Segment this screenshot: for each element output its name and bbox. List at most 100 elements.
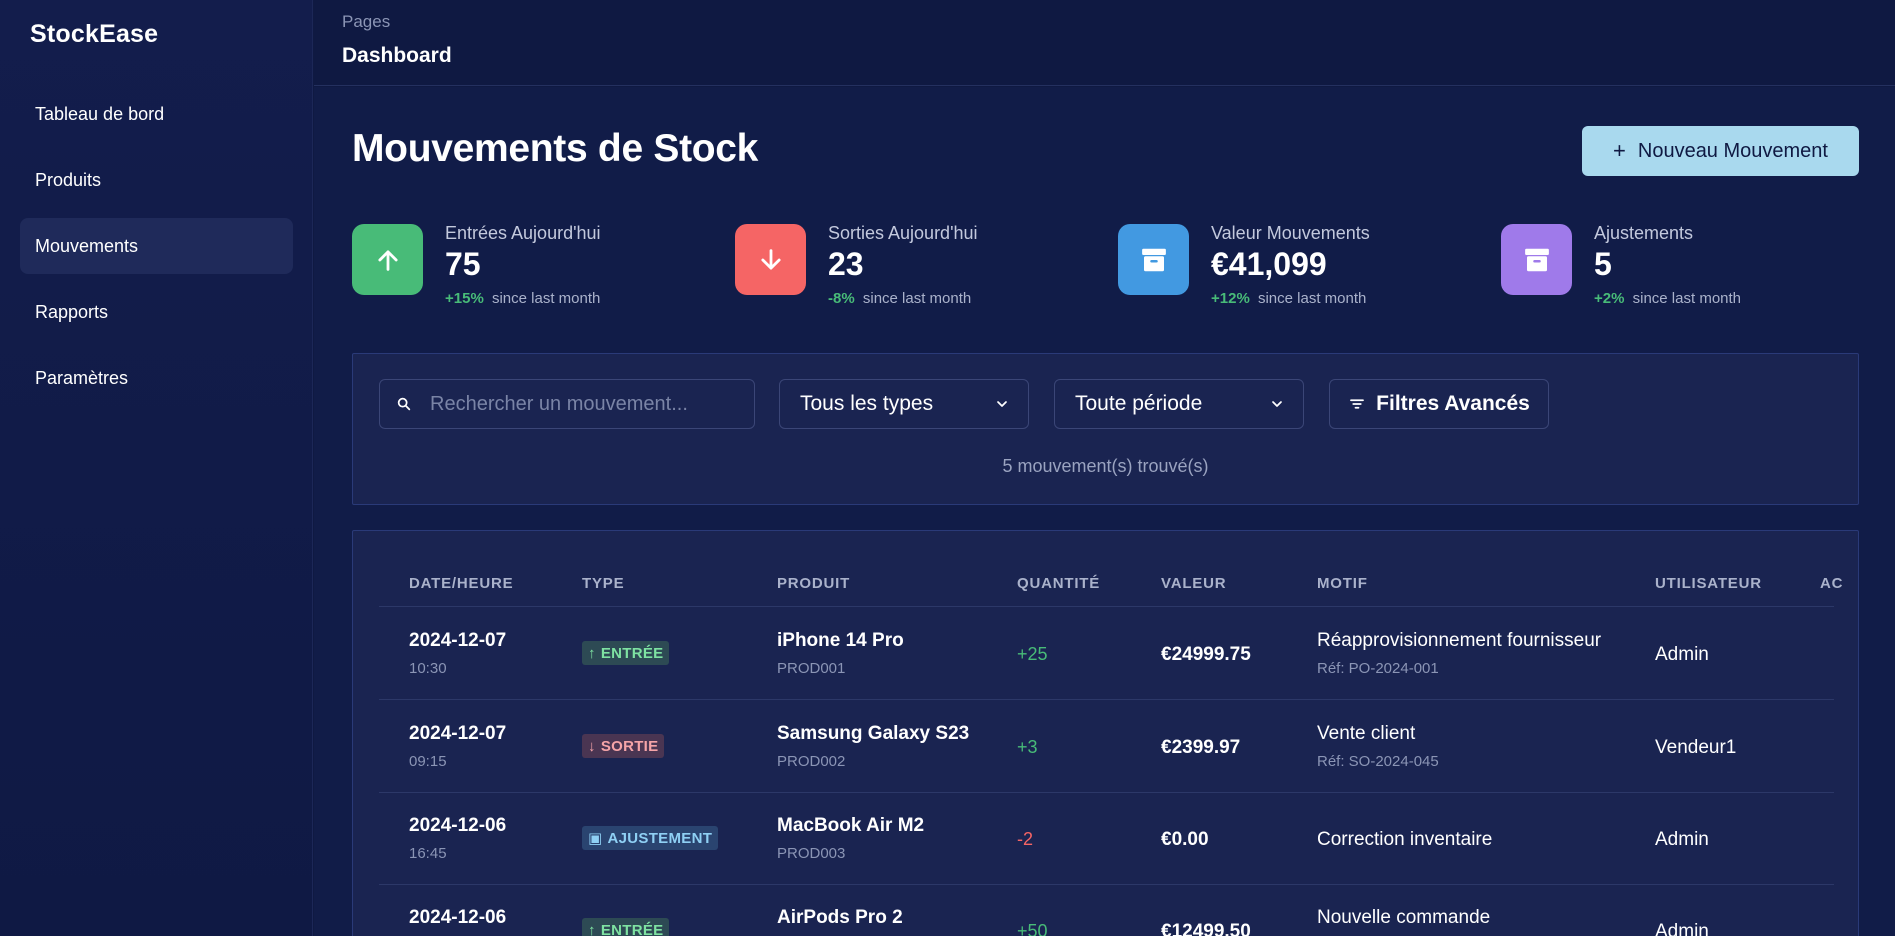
arrow-up-icon: ↑	[588, 921, 596, 936]
page-title: Mouvements de Stock	[352, 127, 759, 170]
table-row[interactable]: 2024-12-07 10:30 ↑ ENTRÉE iPhone 14 Pro P…	[379, 608, 1834, 700]
col-type[interactable]: TYPE	[582, 575, 624, 592]
sidebar-nav: Tableau de bord Produits Mouvements Rapp…	[20, 86, 293, 416]
chevron-down-icon	[1272, 401, 1282, 407]
sidebar: StockEase Tableau de bord Produits Mouve…	[0, 0, 313, 936]
arrow-up-icon	[352, 224, 423, 295]
row-value: €12499.50	[1161, 921, 1251, 936]
app-brand[interactable]: StockEase	[30, 20, 158, 49]
stat-value: €41,099	[1211, 246, 1327, 282]
row-date: 2024-12-07	[409, 723, 507, 744]
row-time: 16:45	[409, 845, 447, 862]
col-quantite[interactable]: QUANTITÉ	[1017, 575, 1100, 592]
row-value: €0.00	[1161, 829, 1209, 850]
row-product: Samsung Galaxy S23	[777, 723, 970, 744]
sidebar-item-mouvements[interactable]: Mouvements	[20, 218, 293, 274]
advanced-filters-button[interactable]: Filtres Avancés	[1329, 379, 1549, 429]
row-value: €24999.75	[1161, 644, 1251, 665]
row-user: Vendeur1	[1655, 737, 1737, 758]
stat-since: since last month	[1257, 290, 1367, 307]
sidebar-item-parametres[interactable]: Paramètres	[20, 350, 293, 406]
plus-icon: +	[1613, 138, 1626, 163]
stat-change: +12% since last month	[1211, 290, 1366, 307]
stat-change: +2% since last month	[1594, 290, 1741, 307]
table-header: DATE/HEURE TYPE PRODUIT QUANTITÉ VALEUR …	[379, 571, 1842, 607]
table-row[interactable]: 2024-12-07 09:15 ↓ SORTIE Samsung Galaxy …	[379, 701, 1834, 793]
row-reference: Réf: PO-2024-001	[1317, 660, 1439, 677]
row-product: MacBook Air M2	[777, 815, 925, 836]
stat-label: Entrées Aujourd'hui	[445, 223, 601, 243]
stat-value: 5	[1594, 246, 1612, 282]
filter-icon	[1350, 399, 1365, 409]
search-box[interactable]	[379, 379, 755, 429]
row-motif: Nouvelle commande	[1317, 907, 1491, 928]
row-quantity: +50	[1017, 921, 1048, 936]
col-actions[interactable]: AC	[1820, 575, 1843, 592]
stat-since: since last month	[862, 290, 972, 307]
type-badge-sortie: ↓ SORTIE	[582, 734, 665, 758]
arrow-down-icon	[735, 224, 806, 295]
row-quantity: +25	[1017, 644, 1048, 664]
row-motif: Correction inventaire	[1317, 829, 1493, 850]
row-user: Admin	[1655, 829, 1709, 850]
row-user: Admin	[1655, 644, 1709, 665]
col-utilisateur[interactable]: UTILISATEUR	[1655, 575, 1762, 592]
stat-value: 75	[445, 246, 481, 282]
arrow-down-icon: ↓	[588, 737, 596, 755]
stat-card-ajustements: Ajustements 5 +2% since last month	[1501, 223, 1871, 307]
stat-label: Sorties Aujourd'hui	[828, 223, 978, 243]
type-badge-label: ENTRÉE	[600, 644, 664, 662]
col-produit[interactable]: PRODUIT	[777, 575, 850, 592]
row-time: 10:30	[409, 660, 447, 677]
type-badge-entree: ↑ ENTRÉE	[582, 918, 670, 936]
stat-delta: -8%	[828, 290, 855, 307]
row-sku: PROD003	[777, 845, 846, 862]
row-value: €2399.97	[1161, 737, 1241, 758]
type-select[interactable]: Tous les types	[779, 379, 1029, 429]
row-user: Admin	[1655, 921, 1709, 936]
filter-panel: Tous les types Toute période Filtres Ava…	[352, 353, 1859, 505]
sidebar-item-rapports[interactable]: Rapports	[20, 284, 293, 340]
stat-value: 23	[828, 246, 864, 282]
stat-delta: +2%	[1594, 290, 1625, 307]
row-quantity: +3	[1017, 737, 1038, 757]
type-badge-label: ENTRÉE	[600, 921, 664, 936]
row-sku: PROD001	[777, 660, 846, 677]
row-date: 2024-12-06	[409, 907, 507, 928]
type-select-value: Tous les types	[800, 392, 934, 415]
row-motif: Vente client	[1317, 723, 1416, 744]
col-date[interactable]: DATE/HEURE	[409, 575, 513, 592]
archive-icon	[1118, 224, 1189, 295]
search-icon	[397, 397, 411, 411]
col-motif[interactable]: MOTIF	[1317, 575, 1368, 592]
row-sku: PROD002	[777, 753, 846, 770]
archive-icon: ▣	[588, 830, 603, 847]
stat-label: Valeur Mouvements	[1211, 223, 1370, 243]
stat-change: -8% since last month	[828, 290, 971, 307]
row-product: iPhone 14 Pro	[777, 630, 904, 651]
sidebar-item-tableau-de-bord[interactable]: Tableau de bord	[20, 86, 293, 142]
row-time: 09:15	[409, 753, 447, 770]
period-select[interactable]: Toute période	[1054, 379, 1304, 429]
new-movement-button[interactable]: + Nouveau Mouvement	[1582, 126, 1859, 176]
row-date: 2024-12-07	[409, 630, 507, 651]
stat-change: +15% since last month	[445, 290, 600, 307]
table-row[interactable]: 2024-12-06 16:45 ▣ AJUSTEMENT MacBook Air…	[379, 793, 1834, 885]
search-input[interactable]	[430, 392, 730, 416]
col-valeur[interactable]: VALEUR	[1161, 575, 1226, 592]
table-row[interactable]: 2024-12-06 ↑ ENTRÉE AirPods Pro 2 +50 €12…	[379, 885, 1834, 936]
breadcrumb[interactable]: Pages	[342, 12, 390, 32]
row-quantity: -2	[1017, 829, 1034, 849]
stat-since: since last month	[491, 290, 601, 307]
type-badge-label: SORTIE	[600, 737, 659, 755]
archive-icon	[1501, 224, 1572, 295]
type-badge-ajustement: ▣ AJUSTEMENT	[582, 826, 719, 850]
type-badge-entree: ↑ ENTRÉE	[582, 641, 670, 665]
results-count: 5 mouvement(s) trouvé(s)	[1002, 456, 1209, 476]
stat-card-sorties: Sorties Aujourd'hui 23 -8% since last mo…	[735, 223, 1105, 307]
movements-table: DATE/HEURE TYPE PRODUIT QUANTITÉ VALEUR …	[352, 530, 1859, 936]
arrow-up-icon: ↑	[588, 644, 596, 662]
row-reference: Réf: SO-2024-045	[1317, 753, 1439, 770]
sidebar-item-produits[interactable]: Produits	[20, 152, 293, 208]
period-select-value: Toute période	[1075, 392, 1203, 415]
